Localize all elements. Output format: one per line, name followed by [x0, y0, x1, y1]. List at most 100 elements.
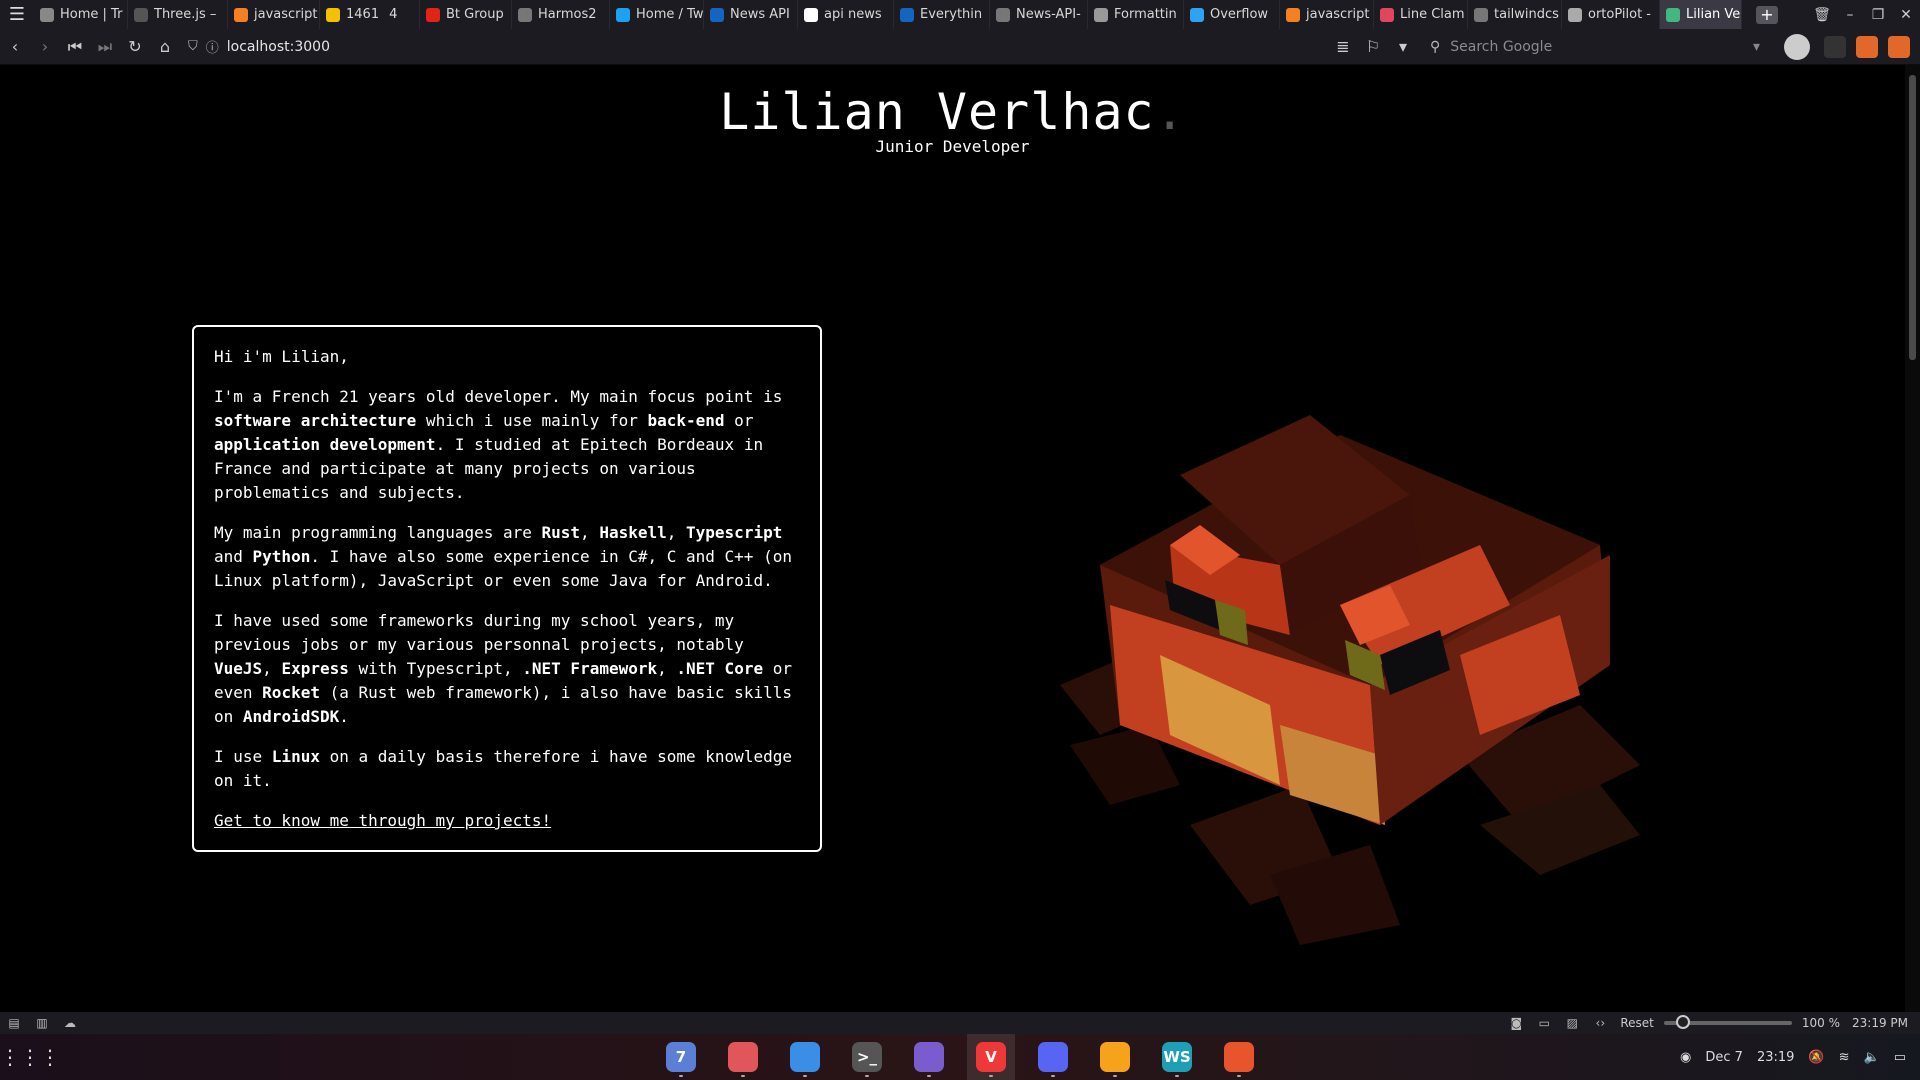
- vivaldi-app[interactable]: V: [967, 1034, 1015, 1080]
- browser-tab[interactable]: javascript: [228, 0, 320, 29]
- browser-tab[interactable]: ortoPilot -: [1562, 0, 1660, 29]
- title-dot: .: [1154, 83, 1186, 141]
- voxel-creature-illustration[interactable]: [1040, 405, 1660, 1012]
- browser-tab[interactable]: News API: [704, 0, 798, 29]
- trash-icon[interactable]: 🗑: [1808, 0, 1836, 29]
- running-indicator: [803, 1075, 807, 1077]
- globe-icon: [40, 7, 54, 22]
- terminal-app[interactable]: >_: [843, 1034, 891, 1080]
- browser-tab[interactable]: Everythin: [894, 0, 990, 29]
- browser-tab[interactable]: api news: [798, 0, 894, 29]
- tab-label: Bt Group: [446, 7, 504, 22]
- search-engine-chevron-icon[interactable]: ▾: [1753, 39, 1760, 55]
- tray-date: Dec 7: [1705, 1049, 1743, 1065]
- running-indicator: [1113, 1075, 1117, 1077]
- scrollbar[interactable]: [1905, 65, 1920, 1012]
- browser-tab[interactable]: Overflow: [1184, 0, 1280, 29]
- browser-tab[interactable]: Bt Group: [420, 0, 512, 29]
- webstorm-app[interactable]: WS: [1153, 1034, 1201, 1080]
- browser-tab[interactable]: News-API-: [990, 0, 1088, 29]
- browser-tab[interactable]: Line Clam: [1374, 0, 1468, 29]
- tab-counter: 4: [389, 7, 398, 22]
- postman-icon: [1100, 1042, 1130, 1072]
- rewind-icon[interactable]: ⏮: [60, 32, 90, 62]
- extension-badge-icon[interactable]: [1888, 35, 1910, 58]
- app-launcher-icon[interactable]: ⋮⋮⋮: [0, 1034, 60, 1080]
- files-app[interactable]: [781, 1034, 829, 1080]
- info-icon[interactable]: ⓘ: [206, 37, 219, 56]
- files-icon: [790, 1042, 820, 1072]
- extension-icon[interactable]: [1824, 35, 1846, 58]
- newsapi-icon: [900, 7, 914, 22]
- browser-tab[interactable]: Three.js –: [128, 0, 228, 29]
- browser-tab[interactable]: Lilian Verl: [1660, 0, 1742, 29]
- panel-toggle-icon[interactable]: ▤: [0, 1012, 28, 1034]
- new-tab-button[interactable]: +: [1756, 5, 1778, 24]
- scrollbar-thumb[interactable]: [1909, 75, 1916, 360]
- window-icon[interactable]: ▭: [1530, 1012, 1558, 1034]
- discord-app[interactable]: [1029, 1034, 1077, 1080]
- url-text[interactable]: localhost:3000: [227, 39, 330, 55]
- reader-view-icon[interactable]: ≣: [1328, 32, 1358, 62]
- browser-tab[interactable]: Home | Tr: [34, 0, 128, 29]
- home-icon[interactable]: ⌂: [150, 32, 180, 62]
- tiling-icon[interactable]: ▥: [28, 1012, 56, 1034]
- zoom-slider-knob[interactable]: [1675, 1015, 1690, 1029]
- browser-tab[interactable]: 1461 4: [320, 0, 420, 29]
- calendar-app[interactable]: 7: [657, 1034, 705, 1080]
- browser-tab[interactable]: Harmos2: [512, 0, 610, 29]
- obsidian-app[interactable]: [905, 1034, 953, 1080]
- shield-icon[interactable]: ⛉: [188, 39, 198, 54]
- extension-icon[interactable]: [1856, 35, 1878, 58]
- code-icon[interactable]: ‹›: [1586, 1012, 1614, 1034]
- vite-icon: [1666, 7, 1680, 22]
- wifi-icon[interactable]: ≋: [1839, 1050, 1850, 1065]
- cloud-sync-icon[interactable]: ☁: [56, 1012, 84, 1034]
- reload-icon[interactable]: ↻: [120, 32, 150, 62]
- close-icon[interactable]: ✕: [1892, 0, 1920, 29]
- battery-icon[interactable]: ▭: [1894, 1050, 1906, 1065]
- search-input[interactable]: [1448, 37, 1733, 56]
- page-title: Lilian Verlhac.: [0, 83, 1905, 141]
- asterisk-icon: [1380, 7, 1394, 22]
- browser-tab[interactable]: Formattin: [1088, 0, 1184, 29]
- browser-tab[interactable]: javascript: [1280, 0, 1374, 29]
- firefox-app[interactable]: [1215, 1034, 1263, 1080]
- discord-tray-icon[interactable]: ◉: [1680, 1050, 1691, 1065]
- github-icon: [996, 7, 1010, 22]
- browser-tab[interactable]: Home / Tw: [610, 0, 704, 29]
- speaker-icon: [1568, 7, 1582, 22]
- photos-app[interactable]: [719, 1034, 767, 1080]
- photos-icon: [728, 1042, 758, 1072]
- tab-label: Home / Tw: [636, 7, 704, 22]
- browser-tab[interactable]: tailwindcs: [1468, 0, 1562, 29]
- status-bar-right: ◙ ▭ ▨ ‹› Reset 100 % 23:19 PM: [1502, 1012, 1920, 1034]
- volume-icon[interactable]: 🔈: [1864, 1050, 1880, 1065]
- obsidian-icon: [914, 1042, 944, 1072]
- chevron-down-icon[interactable]: ▾: [1388, 32, 1418, 62]
- running-indicator: [865, 1075, 869, 1077]
- address-bar[interactable]: ⛉ ⓘ localhost:3000: [188, 34, 1328, 60]
- tab-label: Everythin: [920, 7, 983, 22]
- projects-link[interactable]: Get to know me through my projects!: [214, 811, 551, 830]
- forward-icon[interactable]: ›: [30, 32, 60, 62]
- fast-forward-icon[interactable]: ⏭: [90, 32, 120, 62]
- profile-avatar[interactable]: [1784, 33, 1810, 60]
- about-greeting: Hi i'm Lilian,: [214, 347, 349, 366]
- menu-icon[interactable]: ☰: [0, 0, 34, 29]
- page-viewport: Lilian Verlhac. Junior Developer Hi i'm …: [0, 65, 1905, 1012]
- screenshot-icon[interactable]: ◙: [1502, 1012, 1530, 1034]
- zoom-slider[interactable]: [1663, 1015, 1792, 1029]
- window-controls: + 🗑 – ❐ ✕: [1748, 0, 1920, 29]
- vivaldi-icon: V: [976, 1042, 1006, 1072]
- system-tray: ◉ Dec 7 23:19 🔕 ≋ 🔈 ▭: [1666, 1034, 1906, 1080]
- maximize-icon[interactable]: ❐: [1864, 0, 1892, 29]
- zoom-reset-button[interactable]: Reset: [1620, 1016, 1654, 1030]
- notifications-off-icon[interactable]: 🔕: [1808, 1050, 1824, 1065]
- back-icon[interactable]: ‹: [0, 32, 30, 62]
- minimize-icon[interactable]: –: [1836, 0, 1864, 29]
- postman-app[interactable]: [1091, 1034, 1139, 1080]
- address-toolbar: ‹ › ⏮ ⏭ ↻ ⌂ ⛉ ⓘ localhost:3000 ≣ ⚐ ▾ ⚲ ▾: [0, 29, 1920, 65]
- image-icon[interactable]: ▨: [1558, 1012, 1586, 1034]
- bookmark-icon[interactable]: ⚐: [1358, 32, 1388, 62]
